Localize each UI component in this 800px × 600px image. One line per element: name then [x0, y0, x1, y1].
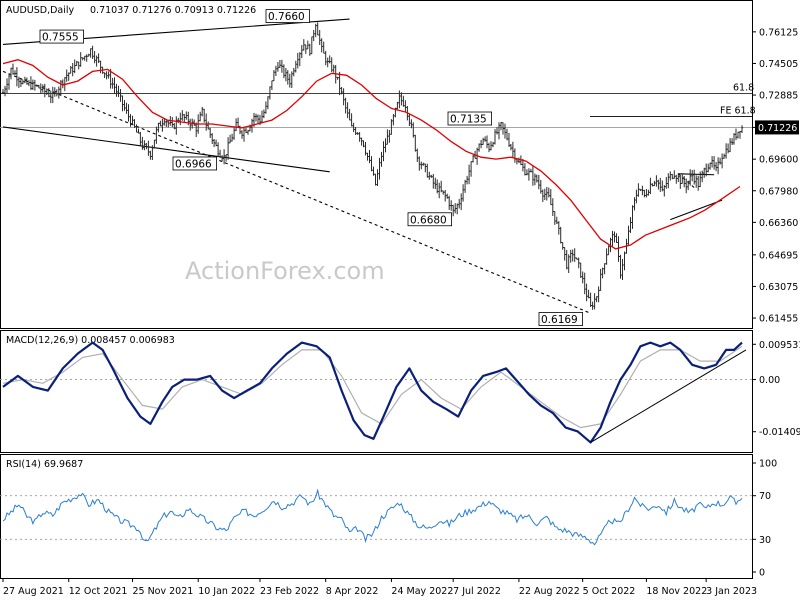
price-level-label: 0.6966 [175, 158, 212, 170]
current-price-marker: 0.71226 [755, 120, 799, 135]
price-tick-label: 0.72885 [759, 91, 798, 102]
price-level-label: 0.7660 [268, 11, 305, 23]
price-tick-label: 0.61455 [759, 314, 798, 325]
time-tick-label: 10 Jan 2022 [198, 586, 255, 597]
ohlc-header: 0.71037 0.71276 0.70913 0.71226 [90, 5, 256, 16]
time-tick-label: 25 Nov 2021 [132, 586, 193, 597]
price-level-label: 0.6169 [541, 314, 578, 326]
price-level-label: 0.7555 [42, 32, 79, 44]
time-tick-label: 12 Oct 2021 [69, 586, 128, 597]
rsi-tick-label: 0 [759, 568, 765, 579]
price-tick-label: 0.76125 [759, 27, 798, 38]
time-tick-label: 3 Jan 2023 [706, 586, 757, 597]
macd-tick-label: 0.00 [759, 375, 780, 386]
time-tick-label: 18 Nov 2022 [646, 586, 707, 597]
time-axis: 27 Aug 2021 12 Oct 2021 25 Nov 2021 10 Jan … [2, 578, 757, 597]
macd-tick-label: 0.009531 [759, 340, 800, 351]
time-tick-label: 23 Feb 2022 [260, 586, 319, 597]
macd-series [2, 341, 747, 444]
trend-line [2, 126, 330, 173]
rsi-axis: 100 70 30 0 [0, 459, 777, 579]
price-horizontal-lines: 61.8 FE 61.8 [0, 83, 756, 128]
rsi-panel-frame [0, 454, 753, 579]
rsi-series [2, 488, 743, 546]
time-tick-label: 24 May 2022 [391, 586, 453, 597]
price-tick-label: 0.66360 [759, 218, 798, 229]
time-tick-label: 7 Jul 2022 [453, 586, 501, 597]
price-tick-label: 0.63075 [759, 282, 798, 293]
macd-signal-line [2, 345, 743, 429]
chart-canvas: AUDUSD,Daily 0.71037 0.71276 0.70913 0.7… [0, 0, 800, 597]
trend-line [678, 173, 715, 176]
rsi-title: RSI(14) 69.9687 [6, 459, 83, 470]
price-level-label: 0.7135 [450, 114, 487, 126]
moving-average-line [2, 59, 741, 250]
macd-tick-label: -0.014096 [759, 427, 800, 438]
rsi-tick-label: 30 [759, 535, 771, 546]
price-tick-label: 0.67980 [759, 186, 798, 197]
rsi-tick-label: 100 [759, 459, 777, 470]
macd-line [2, 341, 743, 444]
rsi-tick-label: 70 [759, 491, 771, 502]
price-tick-label: 0.64695 [759, 250, 798, 261]
time-tick-label: 5 Oct 2022 [583, 586, 636, 597]
price-level-label: 0.6680 [410, 214, 447, 226]
symbol-header: AUDUSD,Daily [6, 5, 75, 16]
price-axis: 0.76125 0.74505 0.72885 0.69600 0.67980 0.663… [752, 27, 798, 325]
price-tick-label: 0.69600 [759, 155, 798, 166]
rsi-panel: RSI(14) 69.9687 100 70 30 0 [0, 454, 777, 579]
price-tick-label: 0.74505 [759, 59, 798, 70]
time-tick-label: 8 Apr 2022 [326, 586, 379, 597]
fib-level-label: 61.8 [733, 83, 754, 94]
time-tick-label: 22 Aug 2022 [519, 586, 580, 597]
watermark: ActionForex.com [185, 257, 385, 285]
trend-line [670, 199, 723, 221]
price-panel: AUDUSD,Daily 0.71037 0.71276 0.70913 0.7… [0, 0, 799, 329]
time-tick-label: 27 Aug 2021 [3, 586, 64, 597]
current-price-label: 0.71226 [758, 123, 797, 134]
macd-panel: MACD(12,26,9) 0.008457 0.006983 0.009531… [0, 330, 800, 453]
fib-level-label: FE 61.8 [720, 105, 756, 116]
rsi-line [2, 488, 743, 546]
